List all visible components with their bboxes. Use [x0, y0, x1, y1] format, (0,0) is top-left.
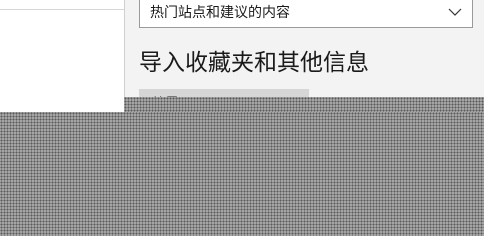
- startup-content-dropdown[interactable]: 热门站点和建议的内容: [139, 0, 473, 28]
- privacy-overlay: [0, 112, 484, 236]
- chevron-down-icon: [448, 8, 462, 16]
- browser-viewport: 热门站点和建议的内容 导入收藏夹和其他信息 从另: [0, 0, 484, 236]
- page-divider: [0, 9, 124, 10]
- startup-content-dropdown-value: 热门站点和建议的内容: [150, 5, 290, 21]
- privacy-overlay-top: [124, 97, 484, 113]
- import-section-title: 导入收藏夹和其他信息: [139, 50, 369, 76]
